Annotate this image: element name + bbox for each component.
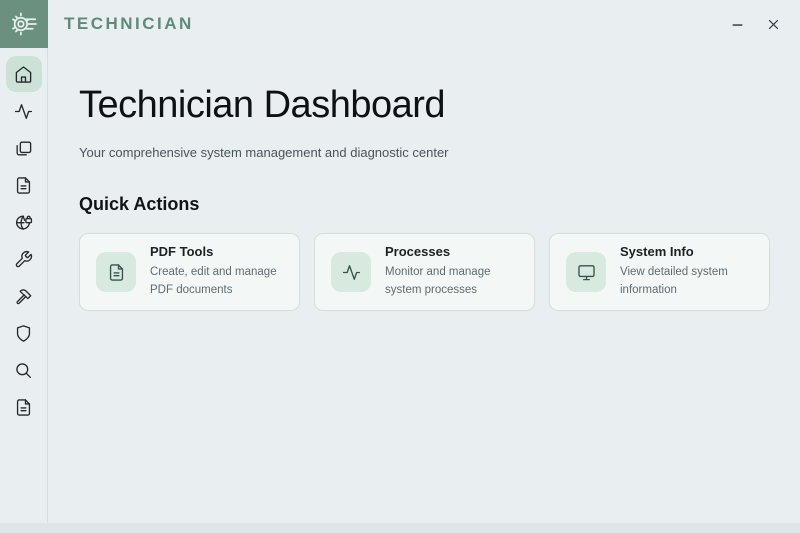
monitor-icon	[566, 252, 606, 292]
card-text: PDF Tools Create, edit and manage PDF do…	[150, 244, 285, 300]
sidebar-item-document[interactable]	[6, 389, 42, 425]
app-title: TECHNICIAN	[64, 14, 194, 34]
sidebar-item-hammer[interactable]	[6, 278, 42, 314]
file-text-icon	[96, 252, 136, 292]
sidebar-item-wrench[interactable]	[6, 241, 42, 277]
sidebar-item-home[interactable]	[6, 56, 42, 92]
main-content: Technician Dashboard Your comprehensive …	[49, 48, 800, 533]
processes-card[interactable]: Processes Monitor and manage system proc…	[314, 233, 535, 311]
system-info-card[interactable]: System Info View detailed system informa…	[549, 233, 770, 311]
sidebar-item-activity[interactable]	[6, 93, 42, 129]
card-text: System Info View detailed system informa…	[620, 244, 755, 300]
app-logo	[0, 0, 48, 48]
sidebar-item-file[interactable]	[6, 167, 42, 203]
sidebar-item-copy[interactable]	[6, 130, 42, 166]
copy-pages-icon	[14, 139, 33, 158]
card-description: Create, edit and manage PDF documents	[150, 264, 285, 300]
wrench-icon	[14, 250, 33, 269]
card-description: Monitor and manage system processes	[385, 264, 520, 300]
sidebar-item-globe-lock[interactable]	[6, 204, 42, 240]
home-icon	[14, 65, 33, 84]
shield-icon	[14, 324, 33, 343]
gear-icon	[9, 9, 39, 39]
card-title: Processes	[385, 244, 520, 259]
sidebar-item-shield[interactable]	[6, 315, 42, 351]
activity-icon	[331, 252, 371, 292]
globe-lock-icon	[14, 213, 33, 232]
search-icon	[14, 361, 33, 380]
quick-actions-heading: Quick Actions	[79, 194, 770, 215]
window-controls	[722, 9, 788, 39]
pdf-tools-card[interactable]: PDF Tools Create, edit and manage PDF do…	[79, 233, 300, 311]
document-icon	[14, 398, 33, 417]
minimize-icon[interactable]	[722, 9, 752, 39]
card-text: Processes Monitor and manage system proc…	[385, 244, 520, 300]
close-icon[interactable]	[758, 9, 788, 39]
card-title: System Info	[620, 244, 755, 259]
quick-actions-row: PDF Tools Create, edit and manage PDF do…	[79, 233, 770, 311]
hammer-icon	[14, 287, 33, 306]
page-subtitle: Your comprehensive system management and…	[79, 145, 770, 160]
card-description: View detailed system information	[620, 264, 755, 300]
titlebar: TECHNICIAN	[0, 0, 800, 48]
sidebar	[0, 48, 48, 533]
page-title: Technician Dashboard	[79, 84, 770, 127]
file-text-icon	[14, 176, 33, 195]
activity-icon	[14, 102, 33, 121]
card-title: PDF Tools	[150, 244, 285, 259]
sidebar-item-search[interactable]	[6, 352, 42, 388]
